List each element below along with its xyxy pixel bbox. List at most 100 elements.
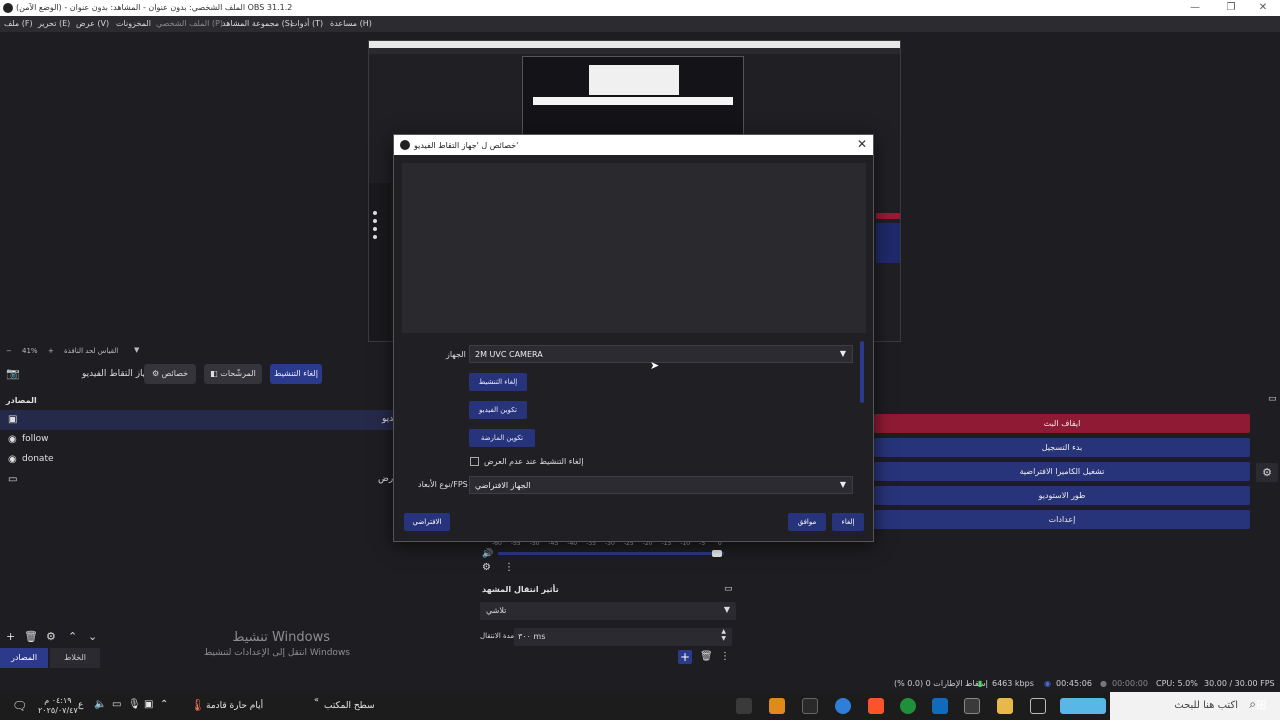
- start-recording-button[interactable]: بدء التسجيل: [874, 438, 1250, 457]
- nested-stop-button: [876, 213, 900, 219]
- resolution-select[interactable]: الجهاز الافتراضي ▼: [469, 476, 853, 494]
- thermometer-icon: 🌡: [190, 698, 206, 712]
- source-item-display[interactable]: ▭ رض: [0, 470, 400, 490]
- zoom-out-icon[interactable]: −: [6, 347, 12, 355]
- selected-source-name: جهاز التقاط الفيديو: [82, 369, 153, 379]
- search-highlight-icon[interactable]: [1060, 698, 1106, 714]
- duration-input[interactable]: ٣٠٠ ms ▲ ▼: [514, 628, 732, 646]
- camera-icon: ▣: [8, 414, 18, 425]
- gear-icon[interactable]: ⚙: [482, 562, 491, 573]
- configure-crossbar-button[interactable]: تكوين المارضة: [469, 429, 535, 447]
- battery-icon[interactable]: ▣: [144, 699, 153, 710]
- filters-button[interactable]: ◧ المرشّحات: [204, 364, 262, 384]
- tab-sources[interactable]: المصادر: [0, 648, 48, 668]
- close-icon[interactable]: ✕: [1246, 0, 1280, 16]
- menu-edit[interactable]: تحرير (E): [38, 19, 70, 28]
- device-select[interactable]: 2M UVC CAMERA ▼: [469, 345, 853, 363]
- deactivate-button[interactable]: إلغاء التنشيط: [270, 364, 322, 384]
- nested-controls: [876, 223, 900, 263]
- dock-undock-icon[interactable]: ▭: [1268, 394, 1277, 404]
- chevron-down-icon: ▼: [839, 480, 846, 489]
- menu-file[interactable]: ملف (F): [4, 19, 33, 28]
- deactivate-device-button[interactable]: إلغاء التنشيط: [469, 373, 527, 391]
- stop-stream-button[interactable]: ايقاف البث: [874, 414, 1250, 433]
- volume-icon[interactable]: 🔈: [94, 699, 106, 710]
- chevron-up-icon[interactable]: ⌃: [68, 630, 77, 643]
- volume-slider[interactable]: [498, 552, 724, 555]
- more-options-icon[interactable]: ⋮: [720, 651, 730, 662]
- nested-window: [589, 65, 679, 95]
- sources-dock: المصادر ▣ يديو ◉ follow ◉ donate ▭ رض: [0, 392, 400, 628]
- desktop-label[interactable]: سطح المكتب: [324, 701, 375, 711]
- source-item-follow[interactable]: ◉ follow: [0, 430, 400, 450]
- source-item-donate[interactable]: ◉ donate: [0, 450, 400, 470]
- store-icon[interactable]: [964, 698, 980, 714]
- menu-scene-collection[interactable]: مجموعة المشاهد (S): [222, 19, 293, 28]
- more-options-icon[interactable]: ⋮: [504, 562, 514, 573]
- task-view-icon[interactable]: [1030, 698, 1046, 714]
- epic-games-icon[interactable]: [802, 698, 818, 714]
- restore-icon[interactable]: ❐: [1214, 0, 1248, 16]
- menu-help[interactable]: مساعدة (H): [330, 19, 372, 28]
- ok-button[interactable]: موافق: [788, 513, 826, 531]
- deactivate-when-hidden-checkbox[interactable]: [470, 457, 479, 466]
- trash-icon[interactable]: 🗑: [24, 630, 38, 643]
- properties-button[interactable]: ⚙ خصائص: [144, 364, 196, 384]
- outlook-icon[interactable]: [932, 698, 948, 714]
- windows-activation-watermark: تنشيط Windows انتقل إلى الإعدادات لتنشيط…: [203, 630, 350, 658]
- cpu-usage: CPU: 5.0%: [1156, 679, 1198, 688]
- menu-view[interactable]: عرض (V): [76, 19, 109, 28]
- chevron-down-icon[interactable]: ▼: [134, 346, 139, 354]
- file-explorer-icon[interactable]: [997, 698, 1013, 714]
- dialog-scrollbar[interactable]: [860, 341, 864, 403]
- transition-type-select[interactable]: تلاشي ▼: [480, 602, 736, 620]
- add-source-icon[interactable]: +: [6, 630, 15, 643]
- menu-profile[interactable]: الملف الشخصي (P): [156, 19, 223, 28]
- stream-time: 00:45:06: [1056, 679, 1092, 688]
- studio-mode-button[interactable]: طور الاستوديو: [874, 486, 1250, 505]
- menu-tools[interactable]: أدوات (T): [290, 19, 323, 28]
- xbox-icon[interactable]: [900, 698, 916, 714]
- weather-text[interactable]: أيام حارة قادمة: [206, 701, 263, 711]
- minimize-icon[interactable]: —: [1178, 0, 1212, 16]
- virtual-cam-settings-icon[interactable]: ⚙: [1256, 463, 1278, 482]
- mouse-cursor-icon: ➤: [650, 359, 660, 372]
- chevron-up-icon[interactable]: ⌃: [160, 699, 168, 710]
- record-time: 00:00:00: [1112, 679, 1148, 688]
- volume-handle[interactable]: [712, 550, 722, 557]
- language-indicator[interactable]: ع: [78, 700, 83, 710]
- speaker-icon[interactable]: 🔊: [482, 549, 493, 559]
- configure-video-button[interactable]: تكوين الفيديو: [469, 401, 527, 419]
- dialog-titlebar: خصائص ل 'جهاز التقاط الفيديو' ✕: [394, 135, 873, 155]
- stepper-icon[interactable]: ▲ ▼: [721, 628, 726, 642]
- notifications-icon[interactable]: 🗨: [12, 699, 27, 713]
- dropped-frames: إسقاط الإطارات 0 (0.0 %): [894, 679, 988, 688]
- gear-icon[interactable]: ⚙: [46, 630, 56, 643]
- tab-mixer[interactable]: الخلاط: [50, 648, 100, 668]
- dock-undock-icon[interactable]: ▭: [724, 584, 733, 594]
- app-taskbar-icon[interactable]: [769, 698, 785, 714]
- zoom-in-icon[interactable]: +: [48, 347, 54, 355]
- microphone-icon[interactable]: 🎙: [128, 699, 141, 710]
- defaults-button[interactable]: الافتراضي: [404, 513, 450, 531]
- menu-docks[interactable]: المخزونات: [116, 19, 151, 28]
- trash-icon[interactable]: 🗑: [700, 651, 713, 662]
- chevron-icon[interactable]: «: [314, 695, 319, 704]
- network-icon[interactable]: ▭: [112, 699, 121, 710]
- source-item-video[interactable]: ▣ يديو: [0, 410, 400, 430]
- fit-window-label[interactable]: القياس لحد النافذة: [64, 347, 118, 355]
- device-label: الجهاز: [446, 350, 466, 359]
- cancel-button[interactable]: إلغاء: [832, 513, 864, 531]
- edge-icon[interactable]: [835, 698, 851, 714]
- search-input[interactable]: اكتب هنا للبحث: [1174, 700, 1238, 711]
- settings-button[interactable]: إعدادات: [874, 510, 1250, 529]
- taskbar-search[interactable]: اكتب هنا للبحث ⌕: [1110, 692, 1280, 720]
- obs-taskbar-icon[interactable]: [736, 698, 752, 714]
- brave-icon[interactable]: [868, 698, 884, 714]
- close-icon[interactable]: ✕: [857, 137, 867, 151]
- add-transition-icon[interactable]: +: [678, 650, 692, 664]
- windows-start-icon[interactable]: ⊞: [1256, 698, 1267, 713]
- clock[interactable]: ٠٤:١٩ م ٢٠٢٥/٠٧/٤٧: [38, 696, 78, 716]
- start-virtual-cam-button[interactable]: تشغيل الكاميرا الافتراضية: [874, 462, 1250, 481]
- zoom-level: 41%: [22, 347, 38, 355]
